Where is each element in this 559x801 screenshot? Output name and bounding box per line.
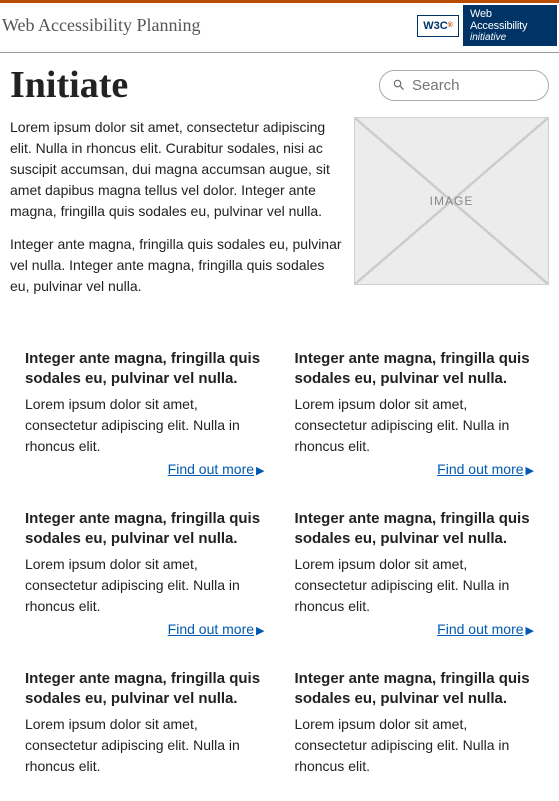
w3c-logo-text-w: W3 (423, 20, 440, 32)
find-out-more-link[interactable]: Find out more (168, 461, 254, 477)
card-title: Integer ante magna, fringilla quis sodal… (295, 349, 535, 388)
find-out-more-link[interactable]: Find out more (168, 621, 254, 637)
card-title: Integer ante magna, fringilla quis sodal… (25, 349, 265, 388)
image-placeholder: IMAGE (354, 117, 549, 285)
intro-paragraph-2: Integer ante magna, fringilla quis sodal… (10, 234, 342, 297)
card-title: Integer ante magna, fringilla quis sodal… (25, 509, 265, 548)
card-body: Lorem ipsum dolor sit amet, consectetur … (25, 394, 265, 457)
caret-right-icon: ▶ (526, 465, 534, 477)
card-body: Lorem ipsum dolor sit amet, consectetur … (25, 554, 265, 617)
find-out-more-link[interactable]: Find out more (437, 461, 523, 477)
search-icon (392, 78, 406, 92)
card-body: Lorem ipsum dolor sit amet, consectetur … (25, 714, 265, 777)
search-input[interactable] (412, 77, 536, 94)
card-link-row: Find out more▶ (295, 461, 535, 479)
card-title: Integer ante magna, fringilla quis sodal… (25, 669, 265, 708)
card-link-row: Find out more▶ (25, 461, 265, 479)
w3c-logo[interactable]: W3C® (417, 15, 459, 37)
card-body: Lorem ipsum dolor sit amet, consectetur … (295, 714, 535, 777)
intro-section: Lorem ipsum dolor sit amet, consectetur … (0, 117, 559, 309)
site-title: Web Accessibility Planning (2, 15, 201, 36)
wai-logo-line1: Web Accessibility (470, 8, 550, 32)
card-title: Integer ante magna, fringilla quis sodal… (295, 509, 535, 548)
caret-right-icon: ▶ (256, 465, 264, 477)
header: Web Accessibility Planning W3C® Web Acce… (0, 3, 559, 53)
card-body: Lorem ipsum dolor sit amet, consectetur … (295, 394, 535, 457)
intro-paragraph-1: Lorem ipsum dolor sit amet, consectetur … (10, 117, 342, 222)
find-out-more-link[interactable]: Find out more (437, 621, 523, 637)
wai-logo[interactable]: Web Accessibility initiative (463, 5, 557, 46)
card: Integer ante magna, fringilla quis sodal… (25, 349, 265, 479)
header-logos: W3C® Web Accessibility initiative (417, 5, 557, 46)
card-link-row: Find out more▶ (295, 621, 535, 639)
title-row: Initiate (0, 53, 559, 117)
card-body: Lorem ipsum dolor sit amet, consectetur … (295, 554, 535, 617)
card-link-row: Find out more▶ (25, 621, 265, 639)
card: Integer ante magna, fringilla quis sodal… (295, 669, 535, 781)
page-title: Initiate (10, 63, 128, 107)
wai-logo-line2: initiative (470, 32, 550, 43)
card: Integer ante magna, fringilla quis sodal… (25, 509, 265, 639)
w3c-logo-text-c: C (440, 20, 448, 32)
card: Integer ante magna, fringilla quis sodal… (295, 509, 535, 639)
card: Integer ante magna, fringilla quis sodal… (295, 349, 535, 479)
card-grid: Integer ante magna, fringilla quis sodal… (0, 309, 559, 801)
card: Integer ante magna, fringilla quis sodal… (25, 669, 265, 781)
intro-text: Lorem ipsum dolor sit amet, consectetur … (10, 117, 342, 309)
caret-right-icon: ▶ (526, 625, 534, 637)
caret-right-icon: ▶ (256, 625, 264, 637)
image-placeholder-label: IMAGE (430, 194, 474, 208)
card-title: Integer ante magna, fringilla quis sodal… (295, 669, 535, 708)
search-box[interactable] (379, 70, 549, 101)
